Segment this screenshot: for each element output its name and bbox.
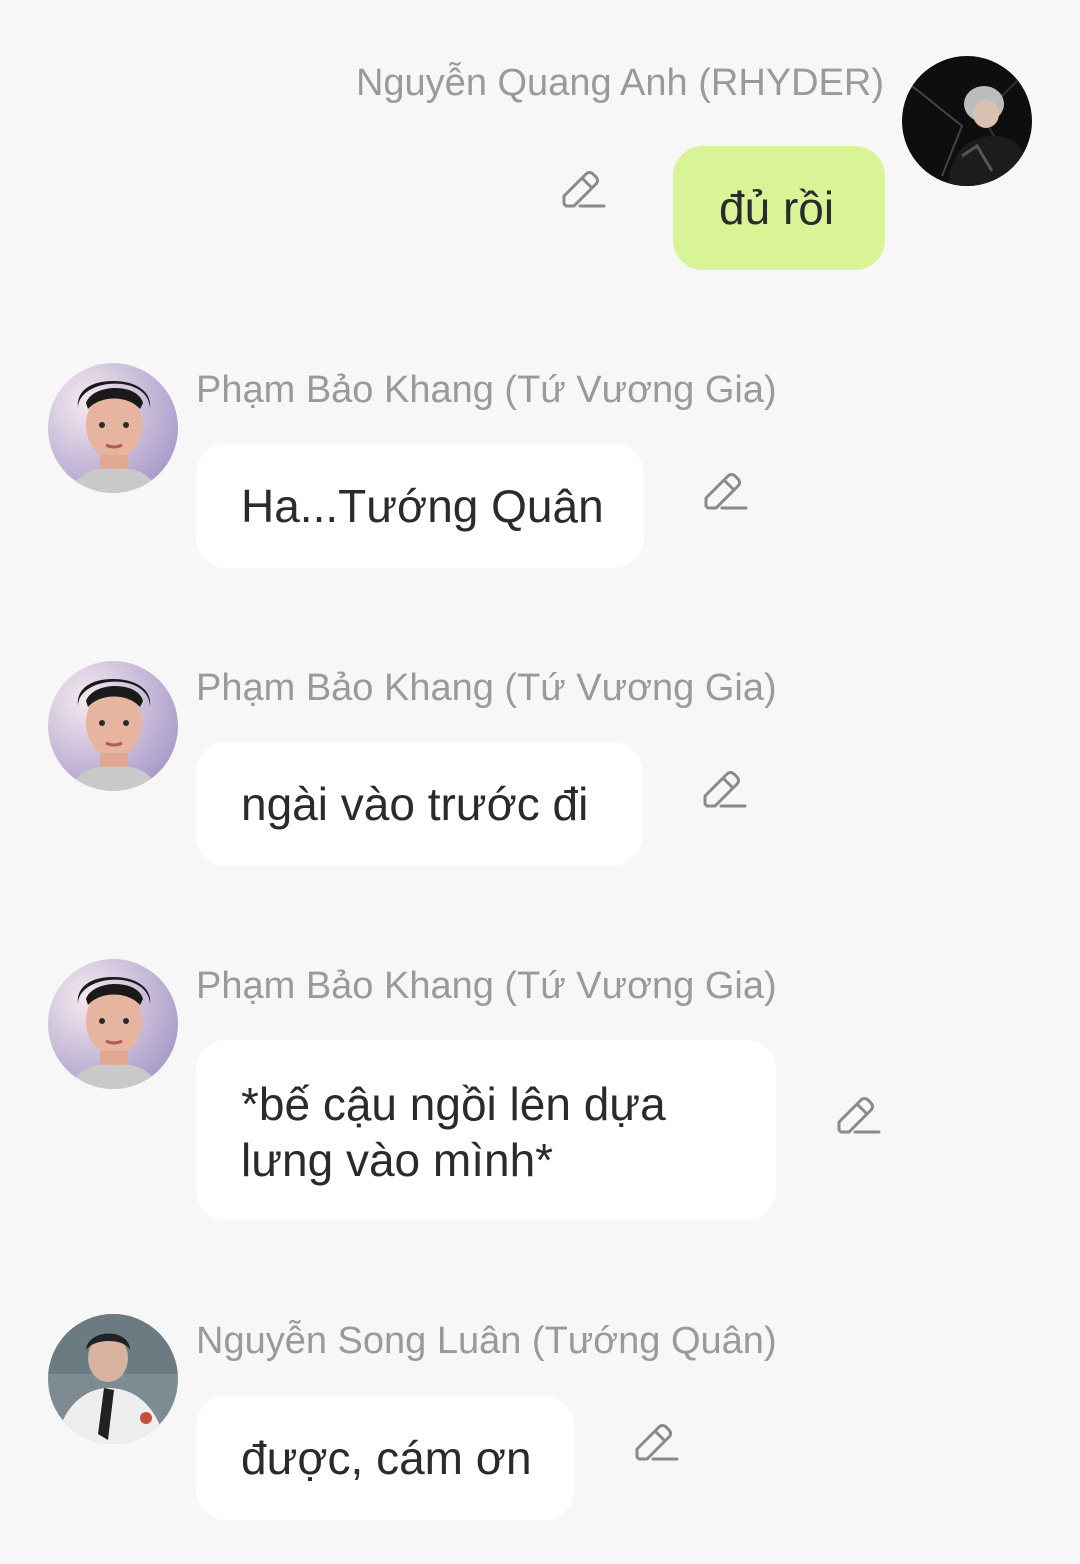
message-bubble[interactable]: *bế cậu ngồi lên dựa lưng vào mình*: [196, 1040, 776, 1220]
avatar-rhyder[interactable]: [902, 56, 1032, 186]
avatar-khang[interactable]: [48, 959, 178, 1089]
sender-name: Phạm Bảo Khang (Tứ Vương Gia): [196, 667, 777, 709]
edit-message-button[interactable]: [702, 470, 748, 512]
avatar-khang[interactable]: [48, 363, 178, 493]
pencil-edit-icon: [703, 771, 747, 808]
avatar-luan[interactable]: [48, 1314, 178, 1444]
edit-message-button[interactable]: [560, 168, 606, 210]
message-bubble[interactable]: ngài vào trước đi: [196, 742, 642, 866]
avatar-khang[interactable]: [48, 661, 178, 791]
pencil-edit-icon: [704, 473, 748, 510]
pencil-edit-icon: [562, 171, 606, 208]
edit-message-button[interactable]: [633, 1421, 679, 1463]
pencil-edit-icon: [635, 1424, 679, 1461]
message-bubble[interactable]: được, cám ơn: [196, 1396, 574, 1520]
sender-name: Nguyễn Quang Anh (RHYDER): [355, 62, 884, 104]
sender-name: Phạm Bảo Khang (Tứ Vương Gia): [196, 965, 777, 1007]
sender-name: Phạm Bảo Khang (Tứ Vương Gia): [196, 369, 777, 411]
edit-message-button[interactable]: [835, 1094, 881, 1136]
edit-message-button[interactable]: [701, 768, 747, 810]
message-bubble[interactable]: đủ rồi: [673, 146, 885, 270]
sender-name: Nguyễn Song Luân (Tướng Quân): [196, 1320, 777, 1362]
pencil-edit-icon: [837, 1097, 881, 1134]
message-bubble[interactable]: Ha...Tướng Quân: [196, 444, 644, 568]
